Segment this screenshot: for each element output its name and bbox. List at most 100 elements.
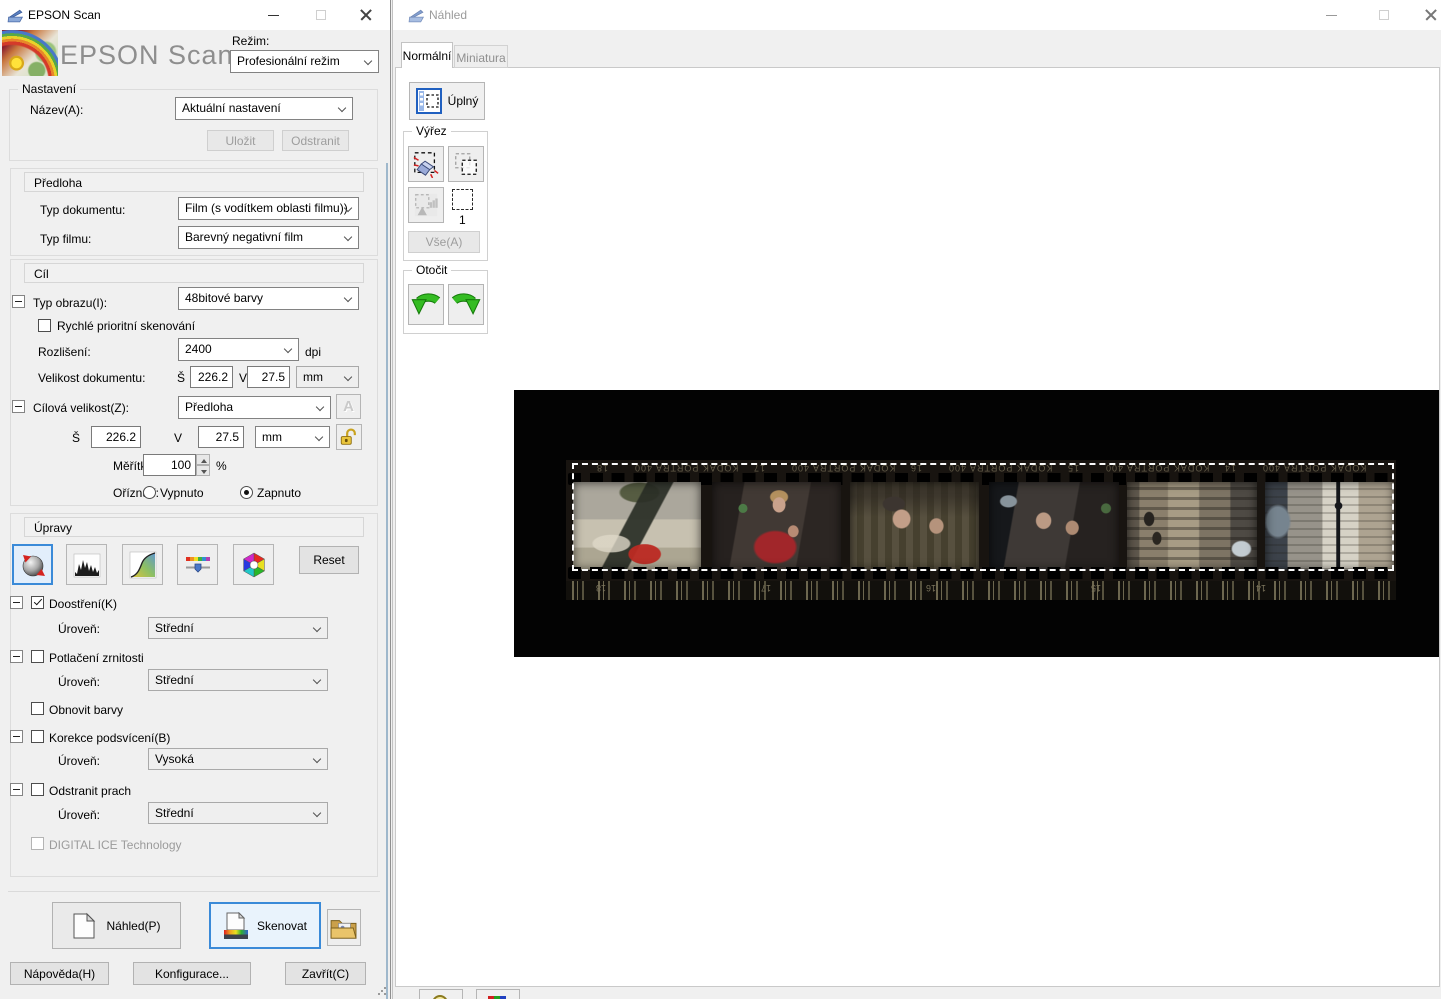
image-adjustment-button[interactable]: [177, 544, 218, 585]
densitometer-icon: [486, 993, 510, 999]
preview-titlebar[interactable]: Náhled: [393, 0, 1441, 30]
film-bottom-number: 14: [1256, 583, 1266, 593]
grain-level-select[interactable]: Střední: [148, 669, 328, 691]
collapse-sharpen-button[interactable]: [10, 596, 23, 609]
scan-window-title: EPSON Scan: [28, 8, 101, 22]
configuration-button[interactable]: Konfigurace...: [133, 962, 251, 985]
preview-maximize-button[interactable]: [1361, 0, 1406, 30]
histogram-button[interactable]: [66, 544, 107, 585]
image-type-select[interactable]: 48bitové barvy: [178, 287, 359, 310]
color-palette-button[interactable]: [233, 544, 274, 585]
folder-photo-icon: [330, 916, 358, 940]
tone-correction-button[interactable]: [122, 544, 163, 585]
selection-marquee[interactable]: [572, 463, 1394, 571]
target-unit-select[interactable]: mm: [255, 426, 330, 448]
target-height-input[interactable]: [198, 426, 244, 448]
preview-button[interactable]: Náhled(P): [52, 902, 181, 949]
delete-setting-button[interactable]: Odstranit: [282, 130, 349, 151]
scan-maximize-button[interactable]: [298, 0, 343, 30]
resolution-select[interactable]: 2400: [178, 338, 299, 361]
doc-height-letter: V: [239, 371, 247, 385]
backlight-level-select[interactable]: Vysoká: [148, 748, 328, 770]
document-size-label: Velikost dokumentu:: [38, 371, 145, 385]
scale-stepper[interactable]: [196, 454, 210, 476]
digital-ice-checkbox[interactable]: [31, 837, 44, 850]
dust-level-select[interactable]: Střední: [148, 802, 328, 824]
target-height-letter: V: [174, 431, 182, 445]
chevron-down-icon: [338, 104, 346, 112]
dust-removal-checkbox[interactable]: [31, 783, 44, 796]
sharpen-checkbox[interactable]: [31, 596, 44, 609]
settings-group-title: Nastavení: [18, 82, 80, 97]
scan-window-scrollbar[interactable]: [386, 163, 388, 999]
scale-input[interactable]: [143, 454, 196, 476]
collapse-grain-button[interactable]: [10, 650, 23, 663]
resolution-label: Rozlišení:: [38, 345, 91, 359]
setting-name-select[interactable]: Aktuální nastavení: [175, 97, 353, 120]
doc-width-input[interactable]: [190, 366, 233, 388]
chevron-down-icon: [284, 345, 292, 353]
marquee-settings-button-disabled[interactable]: [408, 187, 444, 223]
scan-titlebar[interactable]: EPSON Scan: [0, 0, 390, 30]
lock-proportions-button[interactable]: [336, 424, 362, 450]
sharpen-level-label: Úroveň:: [58, 622, 100, 636]
scan-button[interactable]: Skenovat: [209, 902, 321, 949]
densitometer-button[interactable]: [476, 989, 520, 999]
scan-minimize-button[interactable]: [251, 0, 296, 30]
preview-window: Náhled Normální Miniatura Úplný Výřez: [392, 0, 1441, 999]
quick-priority-label: Rychlé prioritní skenování: [57, 319, 195, 333]
collapse-backlight-button[interactable]: [10, 730, 23, 743]
chevron-down-icon: [315, 433, 323, 441]
epson-logo-text: EPSON Scan: [60, 40, 234, 71]
document-type-select[interactable]: Film (s vodítkem oblasti filmu)): [178, 197, 359, 220]
backlight-checkbox[interactable]: [31, 730, 44, 743]
target-width-input[interactable]: [91, 426, 141, 448]
full-preview-button[interactable]: Úplný: [409, 82, 485, 120]
select-all-marquees-button[interactable]: Vše(A): [408, 231, 480, 253]
rotate-left-button[interactable]: [408, 284, 444, 325]
target-size-options-button[interactable]: A: [336, 394, 361, 419]
save-setting-button[interactable]: Uložit: [207, 130, 274, 151]
grain-reduction-checkbox[interactable]: [31, 650, 44, 663]
collapse-image-type-button[interactable]: [12, 295, 25, 308]
trimming-off-radio[interactable]: [143, 486, 156, 499]
preview-close-button[interactable]: [1408, 0, 1441, 30]
collapse-dust-button[interactable]: [10, 783, 23, 796]
target-size-select[interactable]: Předloha: [178, 396, 331, 419]
auto-exposure-button[interactable]: [12, 544, 53, 585]
scan-close-button[interactable]: [343, 0, 388, 30]
preview-minimize-button[interactable]: [1309, 0, 1354, 30]
target-size-label: Cílová velikost(Z):: [33, 401, 129, 415]
sharpen-level-select[interactable]: Střední: [148, 617, 328, 639]
stepper-down-icon[interactable]: [196, 465, 210, 476]
film-type-select[interactable]: Barevný negativní film: [178, 226, 359, 249]
scan-preview-area[interactable]: KODAK PORTRA 40018 KODAK PORTRA 40017 KO…: [514, 390, 1439, 657]
color-restore-checkbox[interactable]: [31, 702, 44, 715]
erase-marquee-icon: [412, 150, 440, 178]
trimming-on-radio[interactable]: [240, 486, 253, 499]
quick-priority-checkbox[interactable]: [38, 319, 51, 332]
epson-logo-art: [2, 30, 58, 76]
dpi-label: dpi: [305, 345, 321, 359]
tab-normal[interactable]: Normální: [401, 42, 453, 68]
auto-exposure-icon: [19, 551, 47, 579]
zoom-tool-button[interactable]: [419, 989, 463, 999]
help-button[interactable]: Nápověda(H): [10, 962, 109, 985]
reset-button[interactable]: Reset: [299, 546, 359, 574]
file-save-settings-button[interactable]: [327, 909, 361, 946]
doc-unit-select[interactable]: mm: [296, 366, 359, 388]
close-app-button[interactable]: Zavřít(C): [285, 962, 366, 985]
collapse-target-size-button[interactable]: [12, 400, 25, 413]
mode-select[interactable]: Profesionální režim: [230, 50, 379, 73]
doc-height-input[interactable]: [247, 366, 290, 388]
tab-thumbnail[interactable]: Miniatura: [454, 45, 508, 68]
film-bottom-number: 17: [761, 583, 771, 593]
rotate-right-button[interactable]: [448, 284, 484, 325]
rotate-group-title: Otočit: [412, 263, 451, 278]
stepper-up-icon[interactable]: [196, 454, 210, 465]
duplicate-marquee-icon: [452, 150, 480, 178]
delete-marquee-button[interactable]: [408, 146, 444, 182]
digital-ice-label: DIGITAL ICE Technology: [49, 838, 182, 852]
duplicate-marquee-button[interactable]: [448, 146, 484, 182]
film-bottom-number: 15: [1091, 583, 1101, 593]
